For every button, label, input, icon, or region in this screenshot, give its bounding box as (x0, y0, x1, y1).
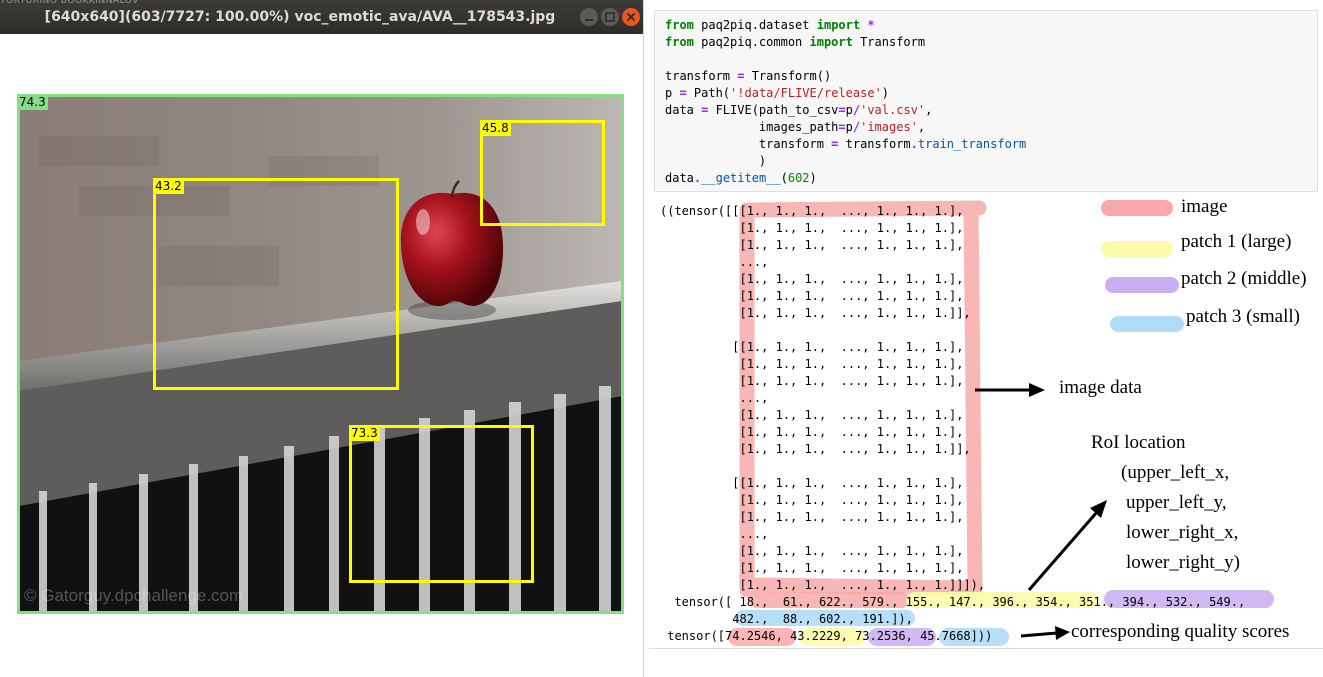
close-button[interactable] (622, 8, 640, 26)
annotation-arrows (975, 383, 1107, 640)
cell-divider (649, 648, 1323, 649)
maximize-icon (605, 12, 615, 22)
roi-box-patch-middle: 73.3 (349, 425, 534, 583)
background-window-title: TORTURINO BOOKKINNALOV (0, 0, 139, 6)
arrow-image-data (975, 383, 1045, 397)
roi-label: 43.2 (153, 178, 184, 194)
minimize-icon (585, 19, 593, 21)
notebook-panel: from paq2piq.dataset import * from paq2p… (649, 0, 1323, 677)
close-icon (626, 12, 636, 22)
window-title: [640x640](603/7727: 100.00%) voc_emotic_… (44, 9, 556, 25)
window-titlebar[interactable]: TORTURINO BOOKKINNALOV [640x640](603/772… (0, 0, 643, 34)
roi-box-patch-small: 45.8 (480, 120, 605, 226)
arrow-scores (1020, 626, 1070, 640)
roi-label: 74.3 (17, 94, 48, 110)
roi-label: 73.3 (349, 425, 380, 441)
roi-label: 45.8 (480, 120, 511, 136)
roi-box-patch-large: 43.2 (153, 178, 399, 390)
maximize-button[interactable] (601, 8, 619, 26)
arrow-roi (1027, 500, 1107, 591)
image-viewer-window: TORTURINO BOOKKINNALOV [640x640](603/772… (0, 0, 644, 677)
minimize-button[interactable] (580, 8, 598, 26)
